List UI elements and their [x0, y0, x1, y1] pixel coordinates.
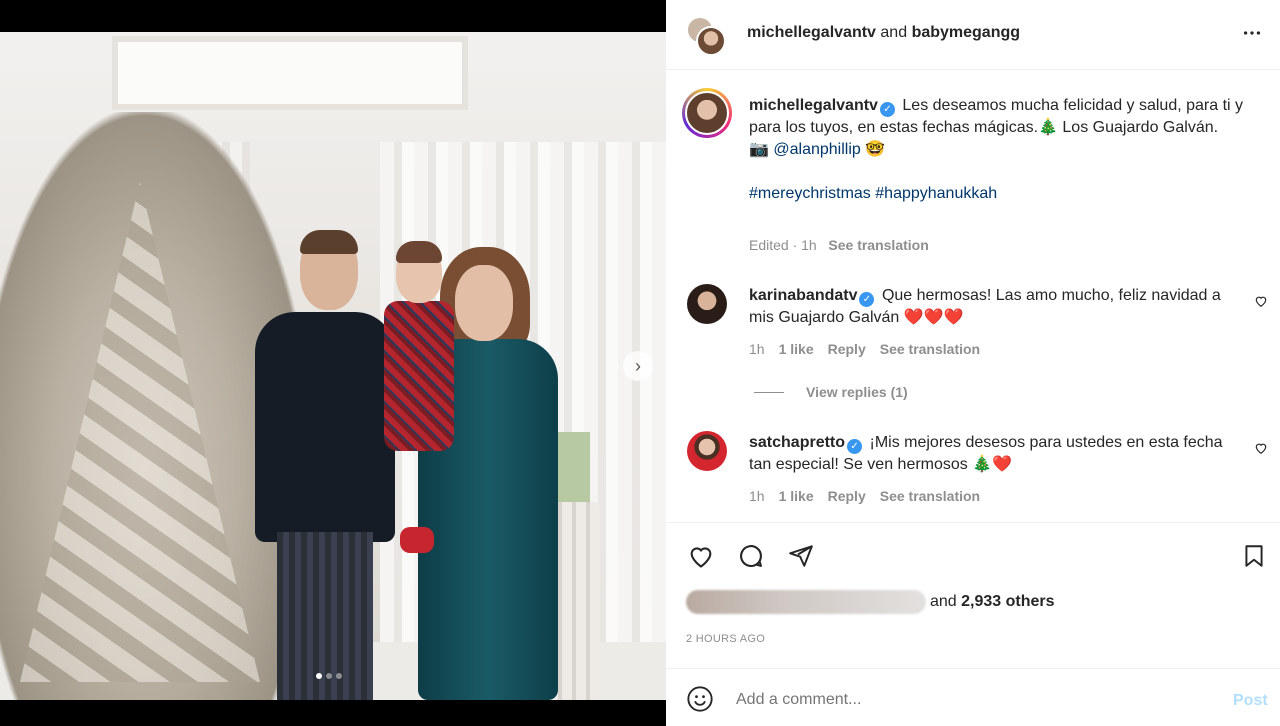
- more-horizontal-icon: [1243, 31, 1261, 35]
- post-media: ›: [0, 0, 666, 726]
- heart-outline-icon: [690, 547, 712, 568]
- comment-like-button[interactable]: [1254, 294, 1268, 311]
- caption-username[interactable]: michellegalvantv: [749, 97, 878, 114]
- view-replies[interactable]: View replies (1): [754, 384, 908, 400]
- comment-time: 1h: [749, 341, 765, 357]
- comment-see-translation[interactable]: See translation: [880, 341, 980, 357]
- caption-see-translation[interactable]: See translation: [828, 237, 928, 253]
- post-panel: michellegalvantv and babymegangg michell…: [666, 0, 1280, 726]
- comment-likes[interactable]: 1 like: [779, 488, 814, 504]
- carousel-dots: [316, 673, 342, 679]
- photo-girl: [378, 237, 458, 567]
- comment-username[interactable]: karinabandatv: [749, 287, 857, 304]
- girl-hair: [396, 241, 442, 263]
- chevron-right-icon: ›: [635, 355, 641, 376]
- header-title: michellegalvantv and babymegangg: [747, 24, 1020, 42]
- girl-shoes: [400, 527, 434, 553]
- carousel-next-button[interactable]: ›: [623, 351, 653, 381]
- carousel-dot-3: [336, 673, 342, 679]
- like-button[interactable]: [686, 541, 716, 571]
- photo-man: [255, 230, 395, 700]
- carousel-dot-2: [326, 673, 332, 679]
- save-button[interactable]: [1239, 541, 1269, 571]
- post-comment-button[interactable]: Post: [1233, 692, 1268, 710]
- credit-emoji: 🤓: [865, 141, 886, 158]
- likes-others[interactable]: 2,933 others: [961, 593, 1054, 611]
- comment-see-translation[interactable]: See translation: [880, 488, 980, 504]
- comment-input[interactable]: [736, 691, 1176, 709]
- comment-body: karinabandatv ✓ Que hermosas! Las amo muc…: [749, 285, 1239, 329]
- header-user2-link[interactable]: babymegangg: [912, 24, 1020, 41]
- header-user1-link[interactable]: michellegalvantv: [747, 24, 876, 41]
- heart-outline-icon: [1255, 443, 1267, 454]
- hashtag-link-2[interactable]: #happyhanukkah: [875, 185, 997, 202]
- paper-plane-icon: [789, 545, 813, 567]
- man-hair: [300, 230, 358, 254]
- verified-badge-icon: ✓: [847, 439, 863, 454]
- photo-window: [112, 36, 468, 110]
- comment-meta: 1h 1 like Reply See translation: [749, 341, 980, 357]
- caption: michellegalvantv ✓ Les deseamos mucha fel…: [749, 95, 1249, 205]
- camera-emoji: 📷: [749, 141, 769, 158]
- likes-and: and: [930, 593, 957, 610]
- comment-time: 1h: [749, 488, 765, 504]
- post-header: michellegalvantv and babymegangg: [666, 0, 1280, 70]
- comment-reply-button[interactable]: Reply: [828, 341, 866, 357]
- comment-reply-button[interactable]: Reply: [828, 488, 866, 504]
- comment-button[interactable]: [736, 541, 766, 571]
- comment-avatar[interactable]: [687, 431, 727, 471]
- bookmark-icon: [1245, 545, 1263, 567]
- post-timestamp[interactable]: 2 HOURS AGO: [686, 633, 765, 645]
- verified-badge-icon: ✓: [879, 102, 895, 117]
- comment-username[interactable]: satchapretto: [749, 434, 845, 451]
- emoji-button[interactable]: [686, 685, 714, 718]
- caption-edited: Edited · 1h: [749, 237, 817, 253]
- blurred-liker-names: [686, 590, 926, 614]
- collab-avatars[interactable]: [686, 16, 730, 56]
- post-photo[interactable]: [0, 32, 666, 700]
- carousel-dot-1: [316, 673, 322, 679]
- comment-avatar[interactable]: [687, 284, 727, 324]
- girl-dress: [384, 301, 454, 451]
- man-torso: [255, 312, 395, 542]
- share-button[interactable]: [786, 541, 816, 571]
- woman-head: [455, 265, 513, 341]
- comment-meta: 1h 1 like Reply See translation: [749, 488, 980, 504]
- add-comment-bar: Post: [666, 668, 1280, 726]
- verified-badge-icon: ✓: [859, 292, 875, 307]
- more-options-button[interactable]: [1241, 22, 1263, 50]
- action-bar: [666, 522, 1280, 582]
- post-viewer: › michellegalvantv and babymegangg miche…: [0, 0, 1280, 726]
- header-joiner: and: [880, 24, 908, 41]
- smiley-icon: [687, 686, 713, 712]
- likes-summary[interactable]: and 2,933 others: [686, 590, 1055, 614]
- caption-avatar[interactable]: [682, 88, 732, 138]
- comments-scroll[interactable]: michellegalvantv ✓ Les deseamos mucha fel…: [666, 70, 1280, 522]
- hashtag-link-1[interactable]: #mereychristmas: [749, 185, 871, 202]
- comment-bubble-icon: [740, 545, 762, 568]
- view-replies-label[interactable]: View replies (1): [806, 384, 908, 400]
- photo-credit-link[interactable]: @alanphillip: [773, 141, 860, 158]
- avatar-michellegalvantv: [696, 26, 726, 56]
- comment-likes[interactable]: 1 like: [779, 341, 814, 357]
- comment-body: satchapretto ✓ ¡Mis mejores desesos para …: [749, 432, 1239, 476]
- caption-meta: Edited · 1h See translation: [749, 237, 929, 253]
- replies-divider: [754, 391, 784, 393]
- heart-outline-icon: [1255, 296, 1267, 307]
- comment-like-button[interactable]: [1254, 441, 1268, 458]
